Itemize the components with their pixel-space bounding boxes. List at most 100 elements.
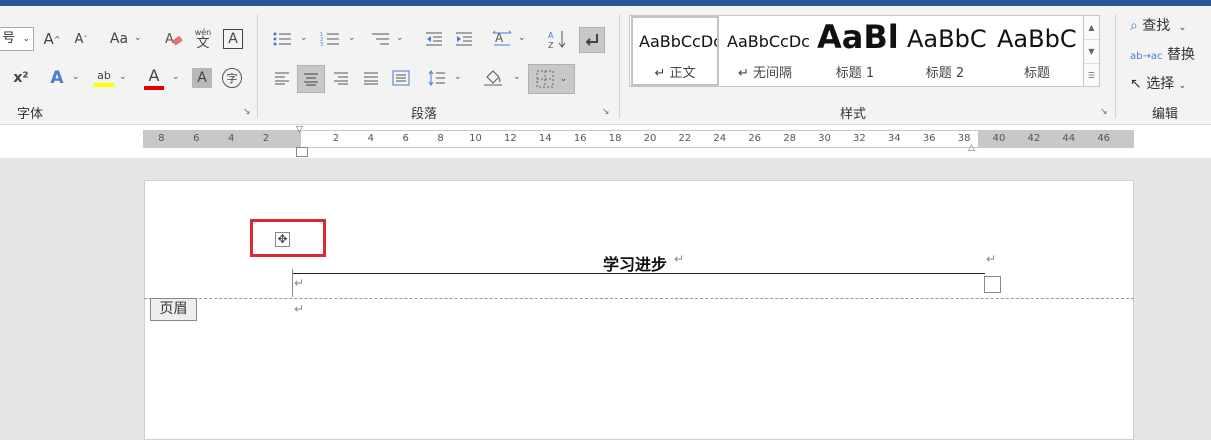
ruler-area: 8 6 4 2 2 4 6 8 10 12 14 16 18 20 22 24 26 28 30 32 34 36 38 40… <box>0 125 1211 158</box>
editing-group-label: 编辑 <box>1152 107 1179 122</box>
style-sample: AaBbC <box>997 25 1077 53</box>
multilevel-dropdown-icon[interactable]: ⌄ <box>396 33 404 43</box>
style-name: ↵ 正文 <box>654 66 696 81</box>
numbering-dropdown-icon[interactable]: ⌄ <box>348 33 356 43</box>
ruler-tick-label: 34 <box>887 133 901 144</box>
decrease-indent-button[interactable] <box>423 27 445 51</box>
ruler-tick-label: 2 <box>332 133 340 144</box>
clear-format-button[interactable]: A <box>162 27 186 51</box>
horizontal-ruler[interactable]: 8 6 4 2 2 4 6 8 10 12 14 16 18 20 22 24 26 28 30 32 34 36 38 40… <box>143 130 1134 148</box>
end-of-cell-mark: ↵ <box>674 252 685 266</box>
font-dialog-launcher-icon[interactable]: ↘ <box>243 108 252 117</box>
end-of-row-mark: ↵ <box>986 252 997 266</box>
show-hide-marks-button[interactable] <box>579 27 605 53</box>
chinese-layout-button[interactable]: A <box>490 27 514 51</box>
left-indent-icon[interactable] <box>296 147 308 157</box>
line-spacing-dropdown-icon[interactable]: ⌄ <box>454 72 462 82</box>
style-heading-1[interactable]: AaBl 标题 1 <box>811 16 899 86</box>
cursor-arrow-icon: ↖ <box>1130 76 1142 92</box>
styles-group-label: 样式 <box>840 107 867 122</box>
search-icon: ⌕ <box>1130 18 1138 34</box>
style-sample: AaBbCcDc <box>639 32 719 51</box>
bullets-button[interactable] <box>270 27 294 51</box>
increase-indent-button[interactable] <box>453 27 475 51</box>
superscript-button[interactable]: x² <box>10 66 32 90</box>
ruler-tick-label: 40 <box>992 133 1006 144</box>
shading-button[interactable] <box>481 67 505 89</box>
distributed-button[interactable] <box>390 67 412 89</box>
line-spacing-button[interactable] <box>426 67 448 89</box>
ruler-tick-label: 2 <box>262 133 270 144</box>
styles-gallery-scroll[interactable]: ▲ ▼ ☰ <box>1084 15 1100 87</box>
style-heading-2[interactable]: AaBbC 标题 2 <box>901 16 989 86</box>
find-button[interactable]: ⌕ 查找 ⌄ <box>1130 15 1186 35</box>
sort-icon: AZ <box>548 31 566 49</box>
ruler-tick-label: 20 <box>643 133 657 144</box>
style-no-spacing[interactable]: AaBbCcDc ↵ 无间隔 <box>721 16 809 86</box>
character-border-button[interactable]: A <box>223 29 243 49</box>
highlight-button[interactable]: ab <box>92 64 116 92</box>
font-color-dropdown-icon[interactable]: ⌄ <box>172 72 180 82</box>
grow-font-button[interactable]: A ^ <box>43 27 61 51</box>
chinese-layout-icon: A <box>492 30 512 46</box>
change-case-button[interactable]: Aa <box>106 27 132 51</box>
ruler-tick-label: 32 <box>853 133 866 144</box>
paragraph-group-label: 段落 <box>411 107 438 122</box>
group-separator <box>619 14 620 118</box>
numbering-button[interactable]: 123 <box>318 27 342 51</box>
ruler-tick-label: 14 <box>538 133 552 144</box>
header-underline <box>292 273 985 274</box>
style-normal[interactable]: AaBbCcDc ↵ 正文 <box>631 16 719 86</box>
select-button[interactable]: ↖ 选择 ⌄ <box>1130 73 1186 93</box>
ruler-tick-label: 12 <box>504 133 517 144</box>
styles-dialog-launcher-icon[interactable]: ↘ <box>1100 108 1109 117</box>
bullets-dropdown-icon[interactable]: ⌄ <box>300 33 308 43</box>
ribbon: 号 ⌄ A ^ Aˇ Aa ⌄ A wén 文 A x² A ⌄ ab ⌄ A ⌄… <box>0 6 1211 125</box>
character-shading-button[interactable]: A <box>192 68 212 88</box>
right-indent-icon[interactable]: △ <box>968 143 975 153</box>
text-effects-dropdown-icon[interactable]: ⌄ <box>72 72 80 82</box>
ruler-tick-label: 26 <box>748 133 762 144</box>
style-title[interactable]: AaBbC 标题 <box>991 16 1083 86</box>
paragraph-dialog-launcher-icon[interactable]: ↘ <box>602 108 611 117</box>
chevron-down-icon[interactable]: ⌄ <box>22 28 30 50</box>
ruler-tick-label: 6 <box>193 133 200 144</box>
font-size-combo[interactable]: 号 ⌄ <box>0 27 34 51</box>
table-move-handle-icon[interactable]: ✥ <box>275 232 290 247</box>
chinese-layout-dropdown-icon[interactable]: ⌄ <box>518 33 526 43</box>
align-left-button[interactable] <box>271 67 293 89</box>
shading-dropdown-icon[interactable]: ⌄ <box>513 72 521 82</box>
ruler-left-margin <box>144 131 301 147</box>
first-line-indent-icon[interactable]: ▽ <box>296 125 303 135</box>
ruler-tick-label: 28 <box>783 133 796 144</box>
change-case-dropdown-icon[interactable]: ⌄ <box>134 33 142 43</box>
ruler-tick-label: 6 <box>402 133 409 144</box>
paragraph-mark: ↵ <box>294 276 305 290</box>
align-right-button[interactable] <box>330 67 352 89</box>
pinyin-guide-button[interactable]: wén 文 <box>191 24 215 54</box>
sort-button[interactable]: AZ <box>546 27 568 51</box>
ruler-tick-label: 46 <box>1097 133 1111 144</box>
highlight-dropdown-icon[interactable]: ⌄ <box>119 72 127 82</box>
header-title-text[interactable]: 学习进步 <box>603 251 667 275</box>
ruler-tick-label: 10 <box>469 133 482 144</box>
ruler-tick-label: 18 <box>608 133 622 144</box>
ruler-tick-label: 4 <box>228 133 235 144</box>
style-name: ↵ 无间隔 <box>737 66 793 81</box>
font-color-button[interactable]: A <box>142 64 166 92</box>
table-left-border <box>292 269 293 297</box>
distributed-icon <box>392 70 410 86</box>
style-name: 标题 2 <box>925 66 965 81</box>
text-effects-button[interactable]: A <box>46 66 68 90</box>
paint-bucket-icon <box>484 70 502 86</box>
justify-button[interactable] <box>360 67 382 89</box>
borders-button[interactable]: ⌄ <box>528 64 575 94</box>
enclose-characters-button[interactable]: 字 <box>222 68 242 88</box>
align-center-button[interactable] <box>297 65 325 93</box>
shrink-font-button[interactable]: Aˇ <box>72 27 90 51</box>
multilevel-list-icon <box>372 33 389 45</box>
multilevel-list-button[interactable] <box>368 27 392 51</box>
replace-button[interactable]: ab→ac 替换 <box>1130 44 1195 64</box>
paragraph-mark-icon <box>585 34 598 46</box>
table-resize-handle[interactable] <box>984 276 1001 293</box>
